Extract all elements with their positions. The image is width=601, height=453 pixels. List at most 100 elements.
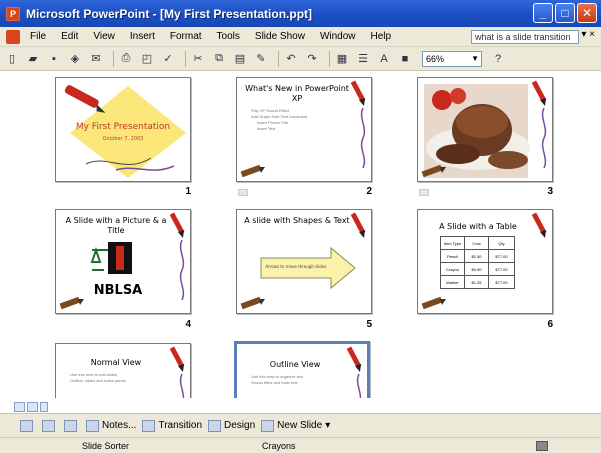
slide-sorter-pane[interactable]: My First Presentation October 7, 2003 1 …: [14, 71, 601, 398]
spelling-icon[interactable]: ✓: [160, 51, 176, 67]
slide-number: 4: [185, 319, 191, 330]
menu-slide-show[interactable]: Slide Show: [255, 31, 305, 42]
bullet-item: Shows titles and main text: [251, 380, 298, 385]
email-icon[interactable]: ✉: [88, 51, 104, 67]
print-preview-icon[interactable]: ◰: [139, 51, 155, 67]
permission-icon[interactable]: ◈: [67, 51, 83, 67]
status-bar: Slide Sorter Crayons: [0, 437, 601, 453]
table-cell: Cost: [464, 236, 489, 250]
slide-show-button[interactable]: [40, 402, 48, 412]
squiggle-decoration: [356, 374, 362, 398]
paste-icon[interactable]: ▤: [232, 51, 248, 67]
chevron-down-icon: ▾: [325, 420, 331, 431]
view-buttons: [14, 402, 48, 412]
slide-thumbnail-2[interactable]: What's New in PowerPoint XP Play XP Soun…: [236, 77, 372, 182]
slide-title: Normal View: [90, 358, 142, 367]
transition-icon[interactable]: [238, 189, 248, 196]
slide-table: Item Type Cost Qty Pencil $1.50 $77.00 C…: [440, 236, 515, 289]
logo-text: NBLSA: [93, 283, 143, 298]
hide-slide-button[interactable]: [20, 419, 36, 432]
squiggle-decoration: [360, 108, 366, 168]
table-cell: $77.00: [488, 249, 515, 263]
slide-thumbnail-8[interactable]: Outline View Use this view to organize t…: [234, 341, 370, 398]
menu-help[interactable]: Help: [371, 31, 392, 42]
powerpoint-icon[interactable]: P: [6, 6, 20, 21]
table-cell: $77.00: [488, 262, 515, 276]
menu-file[interactable]: File: [30, 31, 46, 42]
slide-bullets: Play XP Sound Effect Add Graph from Text…: [251, 108, 349, 132]
toolbar-separator: [185, 50, 186, 67]
shape-text: Arrows to move through slides: [265, 264, 327, 269]
standard-toolbar: ▯ ▰ ▪ ◈ ✉ ⎙ ◰ ✓ ✂ ⧉ ▤ ✎ ↶ ↷ ▦ ☰ A ■ 66% …: [0, 47, 601, 71]
menu-window[interactable]: Window: [320, 31, 356, 42]
show-formatting-icon[interactable]: A: [376, 51, 392, 67]
slide-thumbnail-4[interactable]: A Slide with a Picture & a Title NBLSA: [55, 209, 191, 314]
document-icon[interactable]: [6, 29, 20, 44]
slide-thumbnail-3[interactable]: [417, 77, 553, 182]
slide-sorter-toolbar: Notes... Transition Design New Slide ▾: [0, 413, 601, 437]
save-icon[interactable]: ▪: [46, 51, 62, 67]
table-cell: Crayon: [440, 262, 465, 276]
transition-button[interactable]: Transition: [142, 419, 202, 432]
normal-view-button[interactable]: [14, 402, 25, 412]
squiggle-decoration: [179, 240, 185, 300]
toolbar-separator: [329, 50, 330, 67]
notes-icon: [86, 419, 99, 432]
slide-thumbnail-1[interactable]: My First Presentation October 7, 2003: [55, 77, 191, 182]
close-button[interactable]: ✕: [577, 3, 597, 23]
cut-icon[interactable]: ✂: [190, 51, 206, 67]
status-template: Crayons: [262, 440, 296, 451]
slide-number: 3: [547, 186, 553, 197]
design-button[interactable]: Design: [208, 419, 255, 432]
slide-number: 6: [547, 319, 553, 330]
slide-title: What's New in PowerPoint XP: [245, 84, 349, 103]
slide-thumbnail-6[interactable]: A Slide with a Table Item Type Cost Qty …: [417, 209, 553, 314]
slide-subtitle: October 7, 2003: [102, 136, 144, 142]
notes-button[interactable]: Notes...: [86, 419, 137, 432]
undo-icon[interactable]: ↶: [283, 51, 299, 67]
menu-insert[interactable]: Insert: [130, 31, 155, 42]
slide-sorter-view-button[interactable]: [27, 402, 38, 412]
open-icon[interactable]: ▰: [25, 51, 41, 67]
copy-icon[interactable]: ⧉: [211, 51, 227, 67]
grayscale-icon[interactable]: ■: [397, 51, 413, 67]
new-slide-button[interactable]: New Slide ▾: [261, 419, 331, 432]
crayon-icon: [421, 165, 446, 178]
zoom-select[interactable]: 66% ▼: [422, 50, 482, 67]
status-view: Slide Sorter: [82, 440, 130, 451]
format-painter-icon[interactable]: ✎: [253, 51, 269, 67]
menu-tools[interactable]: Tools: [217, 31, 240, 42]
insert-table-icon[interactable]: ▦: [334, 51, 350, 67]
bullet-item: Outline, slides and notes panes: [70, 378, 126, 383]
notes-label: Notes...: [102, 420, 137, 431]
rehearse-timings-button[interactable]: [42, 419, 58, 432]
transition-icon[interactable]: [419, 189, 429, 196]
minimize-button[interactable]: _: [533, 3, 553, 23]
menu-view[interactable]: View: [93, 31, 115, 42]
pencil-icon: [350, 212, 366, 238]
slide-thumbnail-5[interactable]: A slide with Shapes & Text Arrows to mov…: [236, 209, 372, 314]
close-document-icon[interactable]: ▾ ×: [581, 29, 595, 40]
squiggle-decoration: [179, 374, 185, 398]
expand-all-icon[interactable]: ☰: [355, 51, 371, 67]
print-icon[interactable]: ⎙: [118, 51, 134, 67]
window-controls: _ □ ✕: [533, 3, 597, 23]
hide-slide-icon: [20, 419, 33, 432]
maximize-button[interactable]: □: [555, 3, 575, 23]
redo-icon[interactable]: ↷: [304, 51, 320, 67]
clock-icon: [42, 419, 55, 432]
help-icon[interactable]: ?: [490, 51, 506, 67]
pencil-icon: [346, 346, 362, 372]
spelling-status-icon[interactable]: [536, 441, 548, 451]
pencil-icon: [169, 346, 185, 372]
bullet-item: Insert Text: [257, 126, 276, 131]
summary-slide-button[interactable]: [64, 419, 80, 432]
crayon-icon: [240, 165, 265, 178]
new-icon[interactable]: ▯: [4, 51, 20, 67]
pencil-icon: [531, 80, 547, 106]
menu-edit[interactable]: Edit: [61, 31, 78, 42]
ask-a-question-input[interactable]: what is a slide transition: [471, 30, 579, 44]
slide-bullets: Use this view to organize text Shows tit…: [251, 374, 345, 386]
menu-format[interactable]: Format: [170, 31, 202, 42]
slide-thumbnail-7[interactable]: Normal View Use this view to edit slides…: [55, 343, 191, 398]
